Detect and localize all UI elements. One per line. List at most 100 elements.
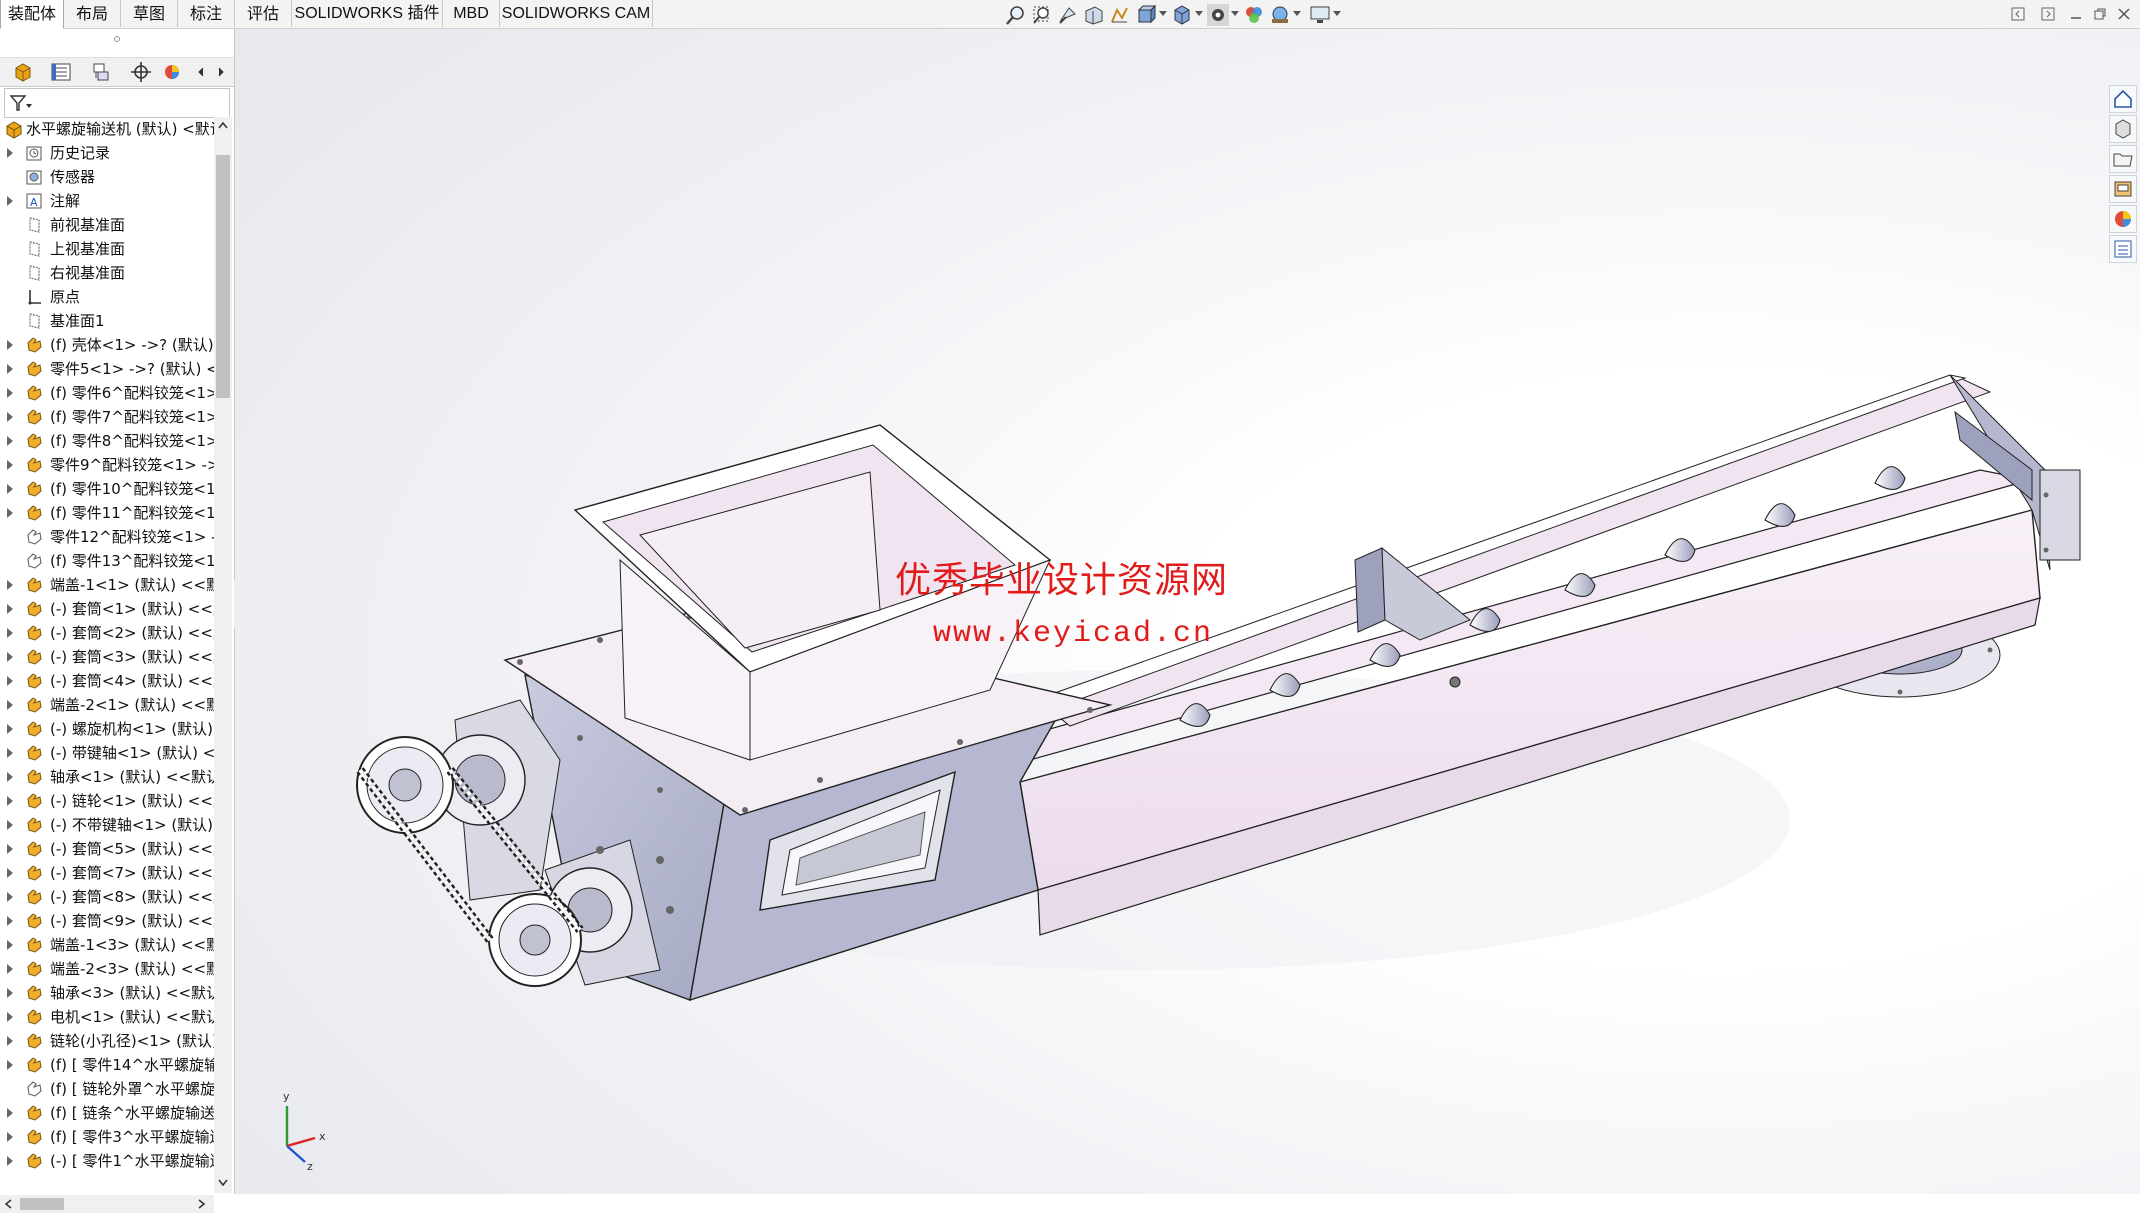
view-orientation-icon[interactable] (1135, 4, 1157, 26)
tree-item[interactable]: (-) 套筒<9> (默认) <<默 (0, 909, 214, 933)
tree-horizontal-scrollbar[interactable] (0, 1195, 214, 1213)
expand-arrow-icon[interactable] (7, 940, 13, 950)
panel-grip-icon[interactable] (108, 34, 126, 44)
tree-item[interactable]: A 注解 (0, 189, 214, 213)
expand-arrow-icon[interactable] (7, 412, 13, 422)
expand-arrow-icon[interactable] (7, 892, 13, 902)
tree-vertical-scrollbar[interactable] (214, 117, 232, 1193)
tree-item[interactable]: (f) 零件11^配料铰笼<1: (0, 501, 214, 525)
tree-item[interactable]: 原点 (0, 285, 214, 309)
scroll-left-icon[interactable] (4, 1199, 12, 1209)
view-palette-icon[interactable] (2109, 175, 2137, 203)
tree-item[interactable]: (-) 链轮<1> (默认) <<默 (0, 789, 214, 813)
tree-item[interactable]: 端盖-1<1> (默认) <<默 (0, 573, 214, 597)
tree-item[interactable]: 轴承<1> (默认) <<默认 (0, 765, 214, 789)
tab-evaluate[interactable]: 评估 (235, 0, 292, 27)
tree-item[interactable]: 端盖-2<3> (默认) <<默 (0, 957, 214, 981)
display-manager-icon[interactable] (160, 60, 194, 84)
screw-conveyor-model[interactable] (235, 29, 2140, 1194)
tree-item[interactable]: (-) 套筒<4> (默认) <<默 (0, 669, 214, 693)
tree-item[interactable]: 前视基准面 (0, 213, 214, 237)
expand-arrow-icon[interactable] (7, 700, 13, 710)
expand-arrow-icon[interactable] (7, 1060, 13, 1070)
tree-item[interactable]: 链轮(小孔径)<1> (默认) (0, 1029, 214, 1053)
expand-arrow-icon[interactable] (7, 868, 13, 878)
tree-item[interactable]: (-) 不带键轴<1> (默认) (0, 813, 214, 837)
tree-item[interactable]: (-) [ 零件1^水平螺旋输送 (0, 1149, 214, 1173)
expand-arrow-icon[interactable] (7, 508, 13, 518)
tree-item[interactable]: 零件5<1> ->? (默认) << (0, 357, 214, 381)
expand-arrow-icon[interactable] (7, 676, 13, 686)
panel-tab-prev-icon[interactable] (194, 64, 208, 80)
tree-item[interactable]: (-) 套筒<1> (默认) <<默 (0, 597, 214, 621)
tree-item[interactable]: 电机<1> (默认) <<默认 (0, 1005, 214, 1029)
expand-arrow-icon[interactable] (7, 340, 13, 350)
scroll-down-icon[interactable] (218, 1179, 228, 1187)
tree-item[interactable]: (-) 套筒<2> (默认) <<默 (0, 621, 214, 645)
tab-markup[interactable]: 标注 (178, 0, 235, 27)
tab-solidworks-cam[interactable]: SOLIDWORKS CAM (500, 0, 653, 27)
tab-mbd[interactable]: MBD (443, 0, 500, 27)
home-icon[interactable] (2109, 85, 2137, 113)
tab-assembly[interactable]: 装配体 (0, 0, 64, 29)
expand-arrow-icon[interactable] (7, 436, 13, 446)
expand-arrow-icon[interactable] (7, 748, 13, 758)
tree-item[interactable]: (-) 套筒<5> (默认) <<默 (0, 837, 214, 861)
tree-item[interactable]: 端盖-1<3> (默认) <<默 (0, 933, 214, 957)
expand-arrow-icon[interactable] (7, 1036, 13, 1046)
tree-item[interactable]: (f) 零件10^配料铰笼<1: (0, 477, 214, 501)
tree-vertical-scroll-thumb[interactable] (216, 155, 230, 398)
expand-arrow-icon[interactable] (7, 796, 13, 806)
hide-show-items-icon[interactable] (1207, 4, 1229, 26)
expand-arrow-icon[interactable] (7, 652, 13, 662)
filter-icon[interactable] (9, 94, 33, 112)
tree-item[interactable]: 上视基准面 (0, 237, 214, 261)
view-settings-icon[interactable] (1309, 4, 1331, 26)
expand-arrow-icon[interactable] (7, 1012, 13, 1022)
tree-item[interactable]: (f) 零件8^配料铰笼<1> (0, 429, 214, 453)
tree-item[interactable]: (f) [ 链条^水平螺旋输送 (0, 1101, 214, 1125)
tree-item[interactable]: (f) [ 零件14^水平螺旋输 (0, 1053, 214, 1077)
expand-arrow-icon[interactable] (7, 364, 13, 374)
view-orientation-dropdown-icon[interactable] (1159, 11, 1167, 16)
expand-arrow-icon[interactable] (7, 964, 13, 974)
tab-sketch[interactable]: 草图 (121, 0, 178, 27)
expand-arrow-icon[interactable] (7, 916, 13, 926)
tree-item[interactable]: (f) 壳体<1> ->? (默认) < (0, 333, 214, 357)
dimxpert-icon[interactable] (124, 60, 158, 84)
tree-item[interactable]: (-) 套筒<3> (默认) <<默 (0, 645, 214, 669)
apply-scene-dropdown-icon[interactable] (1293, 11, 1301, 16)
expand-arrow-icon[interactable] (7, 580, 13, 590)
tree-item[interactable]: (f) [ 链轮外罩^水平螺旋 (0, 1077, 214, 1101)
tree-item[interactable]: 历史记录 (0, 141, 214, 165)
expand-arrow-icon[interactable] (7, 820, 13, 830)
file-explorer-icon[interactable] (2109, 145, 2137, 173)
tree-item[interactable]: (f) [ 零件3^水平螺旋输送 (0, 1125, 214, 1149)
tab-solidworks-addins[interactable]: SOLIDWORKS 插件 (292, 0, 443, 27)
expand-arrow-icon[interactable] (7, 628, 13, 638)
tree-horizontal-scroll-thumb[interactable] (20, 1198, 64, 1210)
display-style-dropdown-icon[interactable] (1195, 11, 1203, 16)
propertymanager-icon[interactable] (44, 60, 78, 84)
section-view-icon[interactable] (1083, 4, 1105, 26)
expand-arrow-icon[interactable] (7, 460, 13, 470)
appearances-icon[interactable] (2109, 205, 2137, 233)
pane-left-icon[interactable] (2010, 6, 2026, 22)
edit-appearance-icon[interactable] (1243, 4, 1265, 26)
zoom-to-area-icon[interactable] (1031, 4, 1053, 26)
tree-item[interactable]: (-) 带键轴<1> (默认) << (0, 741, 214, 765)
tree-item[interactable]: 零件12^配料铰笼<1> - (0, 525, 214, 549)
expand-arrow-icon[interactable] (7, 1108, 13, 1118)
tree-item[interactable]: (f) 零件7^配料铰笼<1> (0, 405, 214, 429)
custom-properties-icon[interactable] (2109, 235, 2137, 263)
tree-item[interactable]: 零件9^配料铰笼<1> -> (0, 453, 214, 477)
apply-scene-icon[interactable] (1269, 4, 1291, 26)
display-style-icon[interactable] (1171, 4, 1193, 26)
tree-item[interactable]: 传感器 (0, 165, 214, 189)
restore-icon[interactable] (2092, 6, 2108, 22)
pane-right-icon[interactable] (2040, 6, 2056, 22)
tree-filter[interactable] (4, 88, 230, 118)
graphics-area[interactable]: 优秀毕业设计资源网 www.keyicad.cn y x z (235, 29, 2140, 1194)
expand-arrow-icon[interactable] (7, 604, 13, 614)
scroll-up-icon[interactable] (218, 121, 228, 129)
